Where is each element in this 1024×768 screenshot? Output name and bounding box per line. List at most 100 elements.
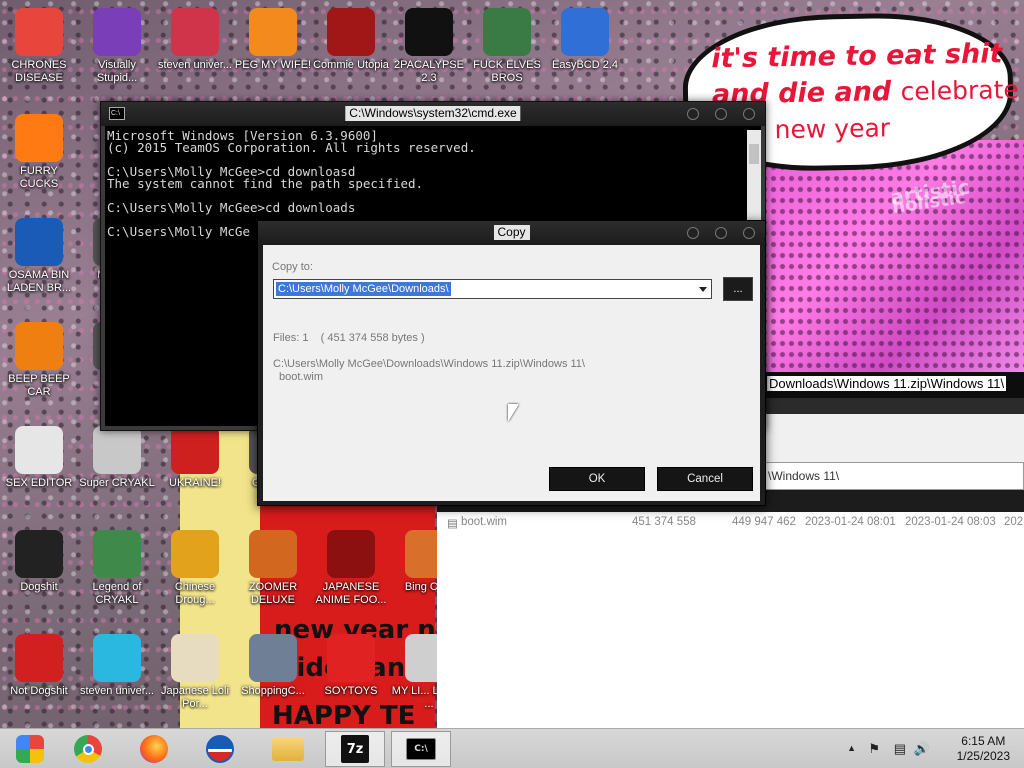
desktop-icon-label: SOYTOYS bbox=[324, 685, 378, 697]
file-created: 2023-01-24 08:03 bbox=[905, 516, 996, 528]
desktop-icon[interactable]: Chinese Droug... bbox=[156, 530, 234, 607]
desktop-icon-label: Dogshit bbox=[20, 581, 58, 593]
browse-button[interactable]: ... bbox=[723, 277, 753, 301]
desktop-icon[interactable]: Commie Utopia bbox=[312, 8, 390, 72]
taskbar-explorer[interactable] bbox=[258, 731, 318, 767]
desktop-icon-label: JAPANESE ANIME FOO... bbox=[315, 581, 387, 606]
chevron-down-icon[interactable] bbox=[699, 287, 707, 292]
archive-path-text: \Windows 11\ bbox=[768, 469, 840, 483]
desktop-icon[interactable]: Super CRYAKL bbox=[78, 426, 156, 490]
close-button[interactable] bbox=[743, 227, 755, 239]
firefox-icon bbox=[140, 735, 168, 763]
desktop-icon-label: SEX EDITOR bbox=[5, 477, 73, 489]
desktop-icon[interactable]: FURRY CUCKS bbox=[0, 114, 78, 191]
taskbar-obama[interactable] bbox=[190, 731, 250, 767]
peggle-icon bbox=[249, 8, 297, 56]
flag-icon[interactable]: ⚑ bbox=[868, 741, 880, 757]
table-row[interactable]: ▤ boot.wim 451 374 558 449 947 462 2023-… bbox=[437, 514, 1024, 532]
desktop-icon[interactable]: Japanese Loli Por... bbox=[156, 634, 234, 711]
destination-value[interactable]: C:\Users\Molly McGee\Downloads\ bbox=[276, 282, 451, 296]
torii-icon bbox=[171, 634, 219, 682]
desktop-icon[interactable]: FUCK ELVES BROS bbox=[468, 8, 546, 85]
taskbar-start[interactable] bbox=[0, 731, 60, 767]
dogshit-icon bbox=[15, 530, 63, 578]
file-modified: 2023-01-24 08:01 bbox=[805, 516, 896, 528]
desktop-icon-label: Legend of CRYAKL bbox=[92, 581, 142, 606]
desktop-icon[interactable]: BEEP BEEP CAR bbox=[0, 322, 78, 399]
gem-icon bbox=[93, 634, 141, 682]
soytoys-icon bbox=[327, 634, 375, 682]
taskbar-chrome[interactable] bbox=[58, 731, 118, 767]
desktop-icon[interactable]: PEG MY WIFE! bbox=[234, 8, 312, 72]
desktop-icon-label: Super CRYAKL bbox=[79, 477, 155, 489]
desktop-icon[interactable]: EasyBCD 2.4 bbox=[546, 8, 624, 72]
taskbar-cmd[interactable]: C:\ bbox=[391, 731, 451, 767]
visual-studio-icon bbox=[93, 8, 141, 56]
obama-logo-icon bbox=[15, 218, 63, 266]
desktop-icon-label: Japanese Loli Por... bbox=[161, 685, 229, 710]
ok-button[interactable]: OK bbox=[549, 467, 645, 491]
minimize-button[interactable] bbox=[687, 108, 699, 120]
desktop-icon-label: FURRY CUCKS bbox=[19, 165, 59, 190]
speech-line: it's time to eat shit bbox=[711, 38, 1003, 75]
vlc-icon bbox=[15, 322, 63, 370]
radiation-icon bbox=[171, 426, 219, 474]
taskbar-firefox[interactable] bbox=[124, 731, 184, 767]
flash-player-icon bbox=[249, 634, 297, 682]
chrome-icon bbox=[74, 735, 102, 763]
chrome-icon bbox=[15, 8, 63, 56]
start-orb-icon bbox=[16, 735, 44, 763]
taskbar-7zip[interactable]: 7z bbox=[325, 731, 385, 767]
source-file: boot.wim bbox=[279, 371, 324, 383]
desktop-icon[interactable]: Dogshit bbox=[0, 530, 78, 594]
cmd-icon: C:\ bbox=[109, 107, 125, 120]
archive-window-title: Downloads\Windows 11.zip\Windows 11\ bbox=[767, 376, 1007, 391]
desktop-icon[interactable]: UKRAINE! bbox=[156, 426, 234, 490]
desktop-icon-label: Not Dogshit bbox=[10, 685, 68, 697]
maximize-button[interactable] bbox=[715, 108, 727, 120]
taskbar-clock[interactable]: 6:15 AM 1/25/2023 bbox=[957, 734, 1010, 764]
devcpp-icon bbox=[15, 634, 63, 682]
desktop-icon[interactable]: ZOOMER DELUXE bbox=[234, 530, 312, 607]
minimize-button[interactable] bbox=[687, 227, 699, 239]
desktop-icon[interactable]: JAPANESE ANIME FOO... bbox=[312, 530, 390, 607]
steven-universe-icon bbox=[171, 8, 219, 56]
file-packed-size: 449 947 462 bbox=[732, 516, 796, 528]
folder-icon bbox=[272, 737, 304, 761]
desktop-icon[interactable]: SEX EDITOR bbox=[0, 426, 78, 490]
show-hidden-icons-icon[interactable]: ▲ bbox=[847, 743, 856, 753]
volume-icon[interactable]: 🔊 bbox=[914, 741, 930, 757]
desktop-icon[interactable]: steven univer... bbox=[156, 8, 234, 72]
desktop-icon[interactable]: Visually Stupid... bbox=[78, 8, 156, 85]
desktop-icon[interactable]: CHRONES DISEASE bbox=[0, 8, 78, 85]
destination-combobox[interactable]: C:\Users\Molly McGee\Downloads\ bbox=[273, 279, 712, 299]
cmd-shortcut-icon bbox=[405, 8, 453, 56]
firefox-icon bbox=[15, 114, 63, 162]
legend-icon bbox=[93, 530, 141, 578]
network-icon[interactable]: ▤ bbox=[894, 741, 906, 757]
copy-dialog[interactable]: Copy Copy to: C:\Users\Molly McGee\Downl… bbox=[257, 220, 766, 506]
maximize-button[interactable] bbox=[715, 227, 727, 239]
copy-to-label: Copy to: bbox=[272, 261, 313, 273]
desktop-icon[interactable]: SOYTOYS bbox=[312, 634, 390, 698]
copy-dialog-titlebar[interactable]: Copy bbox=[258, 221, 765, 245]
desktop-icon[interactable]: Legend of CRYAKL bbox=[78, 530, 156, 607]
taskbar: 7z C:\ ▲ ⚑ ▤ 🔊 6:15 AM 1/25/2023 bbox=[0, 728, 1024, 768]
speech-line-part: celebrate bbox=[900, 75, 1019, 107]
cancel-button[interactable]: Cancel bbox=[657, 467, 753, 491]
close-button[interactable] bbox=[743, 108, 755, 120]
desktop-icon[interactable]: 2PACALYPSE 2.3 bbox=[390, 8, 468, 85]
desktop-icon-label: OSAMA BIN LADEN BR... bbox=[6, 269, 72, 294]
desktop-icon[interactable]: Not Dogshit bbox=[0, 634, 78, 698]
desktop-icon[interactable]: ShoppingC... bbox=[234, 634, 312, 698]
cmd-titlebar[interactable]: C:\ C:\Windows\system32\cmd.exe bbox=[101, 102, 765, 126]
source-path: C:\Users\Molly McGee\Downloads\Windows 1… bbox=[273, 358, 585, 370]
cmd-output-line: The system cannot find the path specifie… bbox=[107, 176, 424, 191]
desktop-icon[interactable]: OSAMA BIN LADEN BR... bbox=[0, 218, 78, 295]
file-accessed: 202 bbox=[1004, 516, 1024, 528]
desktop-icon-label: FUCK ELVES BROS bbox=[473, 59, 541, 84]
mouse-cursor-icon bbox=[508, 404, 519, 422]
scrollbar-thumb[interactable] bbox=[749, 144, 759, 164]
desktop-icon[interactable]: steven univer... bbox=[78, 634, 156, 698]
file-size: 451 374 558 bbox=[632, 516, 696, 528]
